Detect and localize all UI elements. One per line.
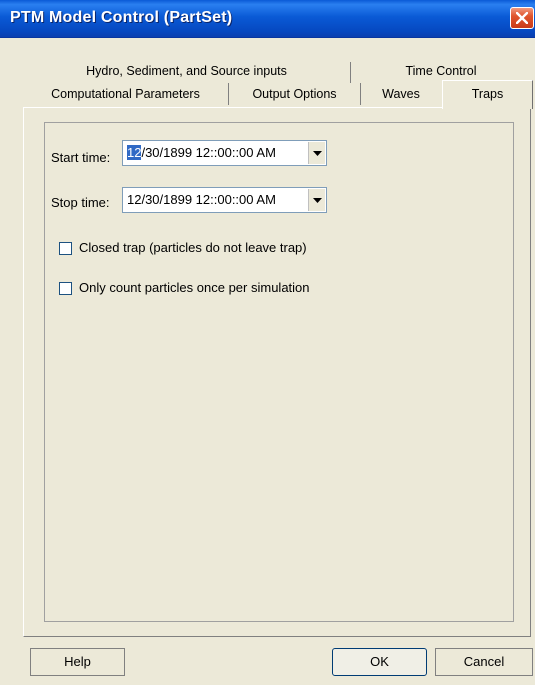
- cancel-button[interactable]: Cancel: [435, 648, 533, 676]
- close-button[interactable]: [510, 7, 534, 29]
- tab-computational-parameters[interactable]: Computational Parameters: [23, 83, 229, 105]
- start-time-selected-segment: 12: [127, 145, 142, 160]
- chevron-down-icon: [313, 151, 322, 156]
- stop-time-value[interactable]: 12/30/1899 12::00::00 AM: [127, 192, 276, 207]
- count-once-label[interactable]: Only count particles once per simulation: [79, 280, 310, 295]
- start-time-dropdown-button[interactable]: [308, 142, 325, 164]
- tab-label: Traps: [471, 87, 504, 101]
- window-title: PTM Model Control (PartSet): [10, 9, 233, 26]
- cancel-button-label: Cancel: [463, 654, 505, 669]
- chevron-down-icon: [313, 198, 322, 203]
- tab-label: Output Options: [252, 87, 337, 101]
- start-time-value[interactable]: 12/30/1899 12::00::00 AM: [127, 145, 276, 160]
- ok-button[interactable]: OK: [332, 648, 427, 676]
- ok-button-label: OK: [370, 654, 389, 669]
- stop-time-label: Stop time:: [51, 195, 110, 210]
- close-icon: [516, 12, 528, 24]
- count-once-checkbox[interactable]: [59, 282, 72, 295]
- help-button[interactable]: Help: [30, 648, 125, 676]
- title-bar[interactable]: PTM Model Control (PartSet): [0, 0, 535, 38]
- closed-trap-checkbox[interactable]: [59, 242, 72, 255]
- tab-waves[interactable]: Waves: [361, 83, 441, 105]
- start-time-label: Start time:: [51, 150, 111, 165]
- tab-hydro-sediment-source[interactable]: Hydro, Sediment, and Source inputs: [23, 62, 351, 83]
- start-time-picker[interactable]: 12/30/1899 12::00::00 AM: [122, 140, 327, 166]
- stop-time-dropdown-button[interactable]: [308, 189, 325, 211]
- start-time-rest: /30/1899 12::00::00 AM: [141, 145, 276, 160]
- tab-label: Time Control: [405, 64, 477, 78]
- tab-label: Computational Parameters: [51, 87, 200, 101]
- stop-time-picker[interactable]: 12/30/1899 12::00::00 AM: [122, 187, 327, 213]
- tab-traps[interactable]: Traps: [442, 80, 533, 109]
- tab-label: Hydro, Sediment, and Source inputs: [86, 64, 287, 78]
- help-button-label: Help: [64, 654, 91, 669]
- tab-label: Waves: [382, 87, 420, 101]
- closed-trap-label[interactable]: Closed trap (particles do not leave trap…: [79, 240, 307, 255]
- tab-output-options[interactable]: Output Options: [229, 83, 361, 105]
